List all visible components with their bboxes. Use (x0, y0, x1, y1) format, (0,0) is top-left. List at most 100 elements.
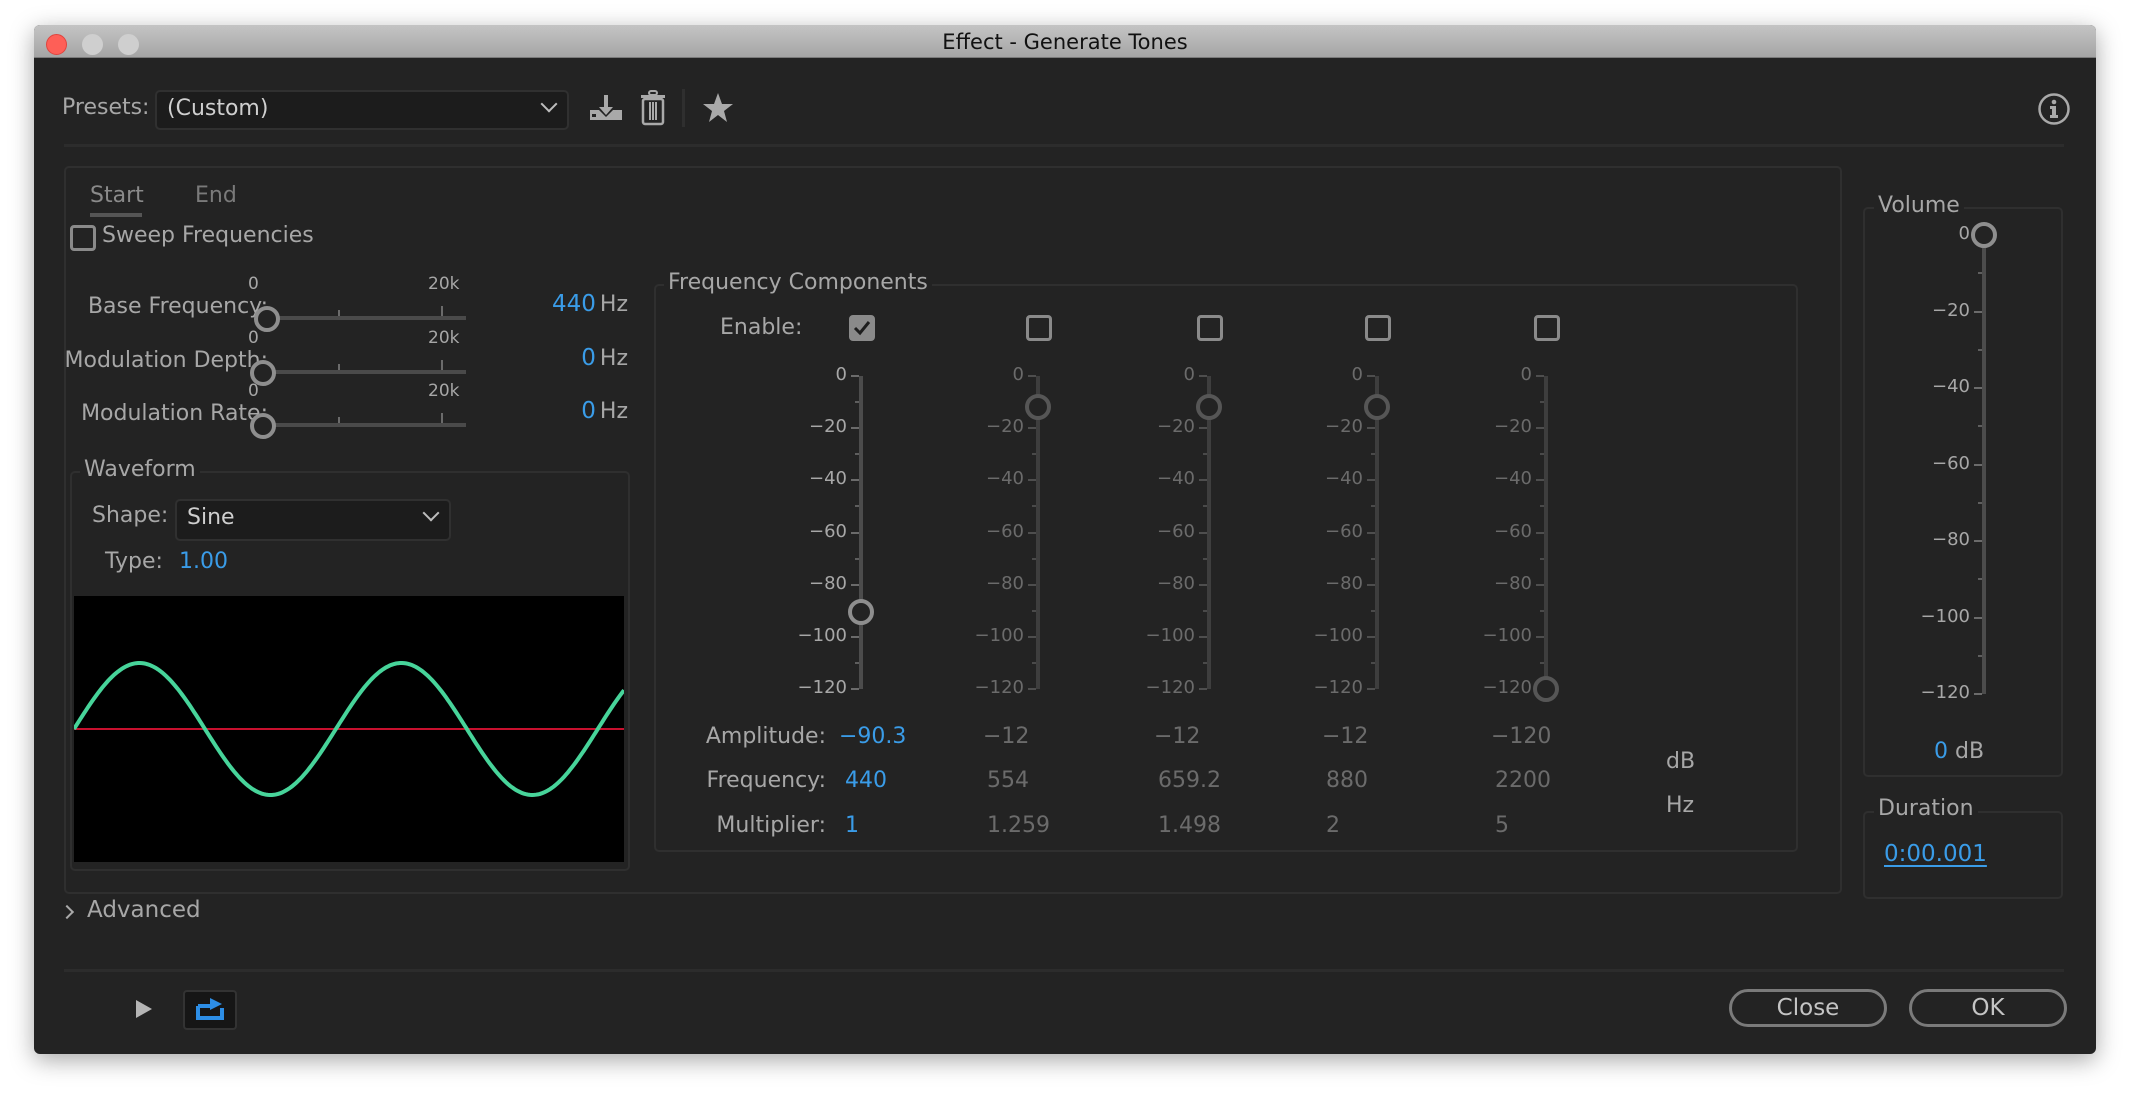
amplitude-slider-minor-tick (1540, 661, 1544, 664)
param-value[interactable]: 0 (581, 345, 596, 371)
amplitude-unit: dB (1666, 749, 1696, 774)
play-icon[interactable] (134, 998, 154, 1020)
amplitude-slider-tick (1028, 583, 1036, 586)
component-multiplier: 5 (1495, 813, 1509, 838)
waveform-preview (72, 596, 626, 862)
amplitude-slider-minor-tick (1032, 453, 1036, 456)
param-label: Modulation Depth: (64, 348, 269, 373)
type-value[interactable]: 1.00 (179, 549, 228, 574)
volume-slider-thumb[interactable] (1971, 222, 1997, 248)
amplitude-slider-tick-label: −40 (1157, 468, 1195, 490)
loop-button[interactable] (183, 990, 237, 1030)
type-label: Type: (105, 549, 163, 574)
close-button[interactable]: Close (1729, 989, 1887, 1027)
amplitude-slider-tick-label: −100 (1313, 624, 1363, 646)
amplitude-slider-minor-tick (1540, 453, 1544, 456)
component-frequency[interactable]: 440 (845, 768, 887, 793)
component-frequency: 880 (1326, 768, 1368, 793)
amplitude-slider-tick (1367, 583, 1375, 586)
star-icon[interactable] (702, 92, 734, 124)
tab-start-underline (90, 213, 142, 217)
volume-unit: dB (1955, 739, 1985, 764)
amplitude-slider-tick-label: −100 (974, 624, 1024, 646)
param-value-readout: 0 Hz (581, 398, 628, 424)
amplitude-slider-tick (1199, 635, 1207, 638)
slider-thumb[interactable] (250, 413, 276, 439)
param-slider[interactable] (250, 411, 470, 439)
amplitude-slider-tick (1367, 531, 1375, 534)
chevron-right-icon[interactable] (59, 904, 75, 920)
component-amplitude[interactable]: −90.3 (839, 724, 906, 749)
enable-checkbox[interactable] (1534, 315, 1560, 341)
volume-readout: 0 dB (1934, 739, 1984, 764)
amplitude-slider-tick-label: −100 (797, 624, 847, 646)
component-amplitude: −120 (1491, 724, 1552, 749)
volume-slider-minor-tick (1978, 654, 1982, 657)
enable-checkbox[interactable] (1197, 315, 1223, 341)
amplitude-slider-tick (1199, 479, 1207, 482)
ok-button[interactable]: OK (1909, 989, 2067, 1027)
slider-min-label: 0 (248, 328, 259, 348)
enable-checkbox[interactable] (1365, 315, 1391, 341)
component-multiplier: 2 (1326, 813, 1340, 838)
shape-dropdown[interactable]: Sine (175, 499, 451, 541)
amplitude-slider-tick (1536, 479, 1544, 482)
component-amplitude: −12 (1322, 724, 1369, 749)
tab-end[interactable]: End (195, 183, 237, 208)
amplitude-slider-thumb[interactable] (1533, 676, 1559, 702)
trash-icon[interactable] (640, 90, 666, 126)
advanced-toggle[interactable]: Advanced (87, 897, 201, 923)
amplitude-slider-tick-label: −120 (974, 677, 1024, 698)
amplitude-slider-tick (851, 688, 859, 690)
amplitude-slider-tick-label: 0 (835, 364, 847, 385)
amplitude-slider-tick (1199, 427, 1207, 430)
download-preset-icon[interactable] (588, 93, 624, 125)
volume-slider-tick-label: −80 (1932, 529, 1970, 550)
amplitude-slider-minor-tick (855, 661, 859, 664)
volume-slider-tick (1974, 310, 1982, 313)
param-slider[interactable] (254, 304, 470, 332)
effect-dialog: Effect - Generate Tones Presets: (Custom… (34, 25, 2096, 1054)
slider-track (260, 316, 466, 320)
enable-checkbox[interactable] (849, 315, 875, 341)
param-value[interactable]: 440 (552, 291, 596, 317)
toolbar-separator (682, 89, 685, 127)
tab-start[interactable]: Start (90, 183, 144, 208)
bottom-divider (64, 969, 2064, 972)
amplitude-slider-tick (851, 531, 859, 534)
component-multiplier[interactable]: 1 (845, 813, 859, 838)
volume-slider-tick (1974, 540, 1982, 542)
amplitude-slider-track (1036, 376, 1040, 689)
shape-value: Sine (187, 505, 235, 530)
waveform-legend: Waveform (80, 457, 200, 482)
sweep-frequencies-checkbox[interactable] (70, 225, 96, 251)
chevron-down-icon (540, 95, 558, 113)
amplitude-slider-minor-tick (855, 505, 859, 508)
presets-dropdown[interactable]: (Custom) (155, 90, 569, 130)
amplitude-slider-track (1375, 376, 1379, 689)
duration-value[interactable]: 0:00.001 (1884, 841, 1987, 867)
volume-value[interactable]: 0 (1934, 739, 1948, 764)
amplitude-slider-tick-label: −120 (1482, 677, 1532, 698)
shape-label: Shape: (92, 503, 169, 528)
amplitude-slider-tick-label: −100 (1482, 624, 1532, 646)
slider-tick (441, 306, 444, 316)
frequency-unit: Hz (1666, 793, 1695, 818)
slider-track (260, 423, 466, 427)
amplitude-slider-tick (1199, 688, 1207, 690)
amplitude-slider-minor-tick (1032, 609, 1036, 612)
amplitude-slider-tick (1367, 479, 1375, 482)
slider-max-label: 20k (428, 381, 460, 401)
slider-tick (441, 413, 444, 423)
component-multiplier: 1.259 (987, 813, 1050, 838)
amplitude-slider-minor-tick (1032, 557, 1036, 560)
amplitude-slider-minor-tick (1371, 557, 1375, 560)
amplitude-slider-minor-tick (1032, 661, 1036, 664)
param-value[interactable]: 0 (581, 398, 596, 424)
enable-checkbox[interactable] (1026, 315, 1052, 341)
info-icon[interactable] (2037, 92, 2071, 126)
amplitude-slider-thumb[interactable] (848, 598, 874, 625)
amplitude-slider-tick (1536, 583, 1544, 586)
slider-min-label: 0 (248, 381, 259, 401)
title-bar: Effect - Generate Tones (34, 25, 2096, 58)
